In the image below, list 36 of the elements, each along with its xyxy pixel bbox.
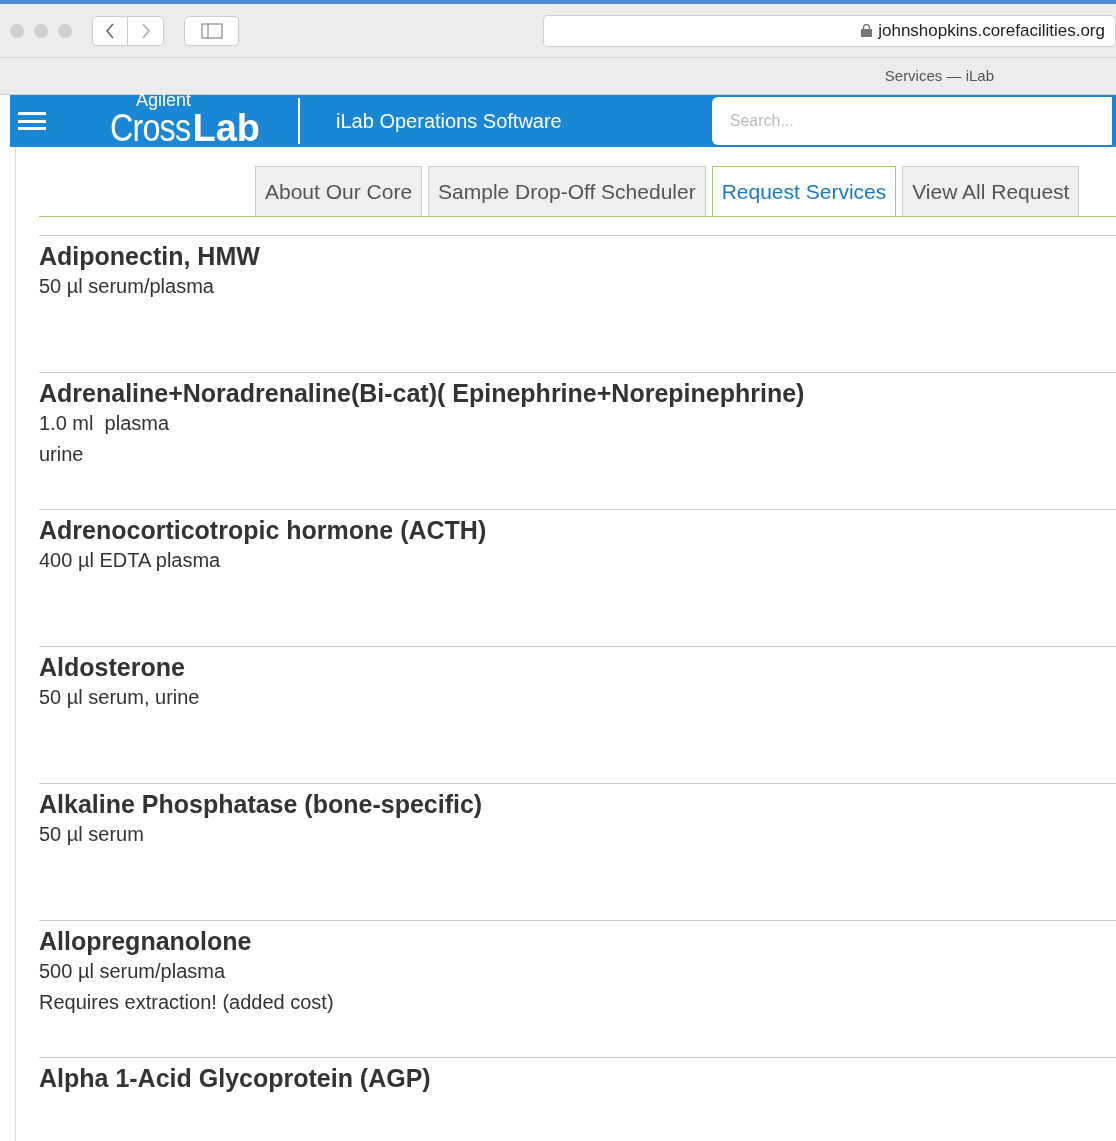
menu-icon[interactable] xyxy=(18,110,46,132)
sidebar-button[interactable] xyxy=(184,15,240,46)
service-name[interactable]: Alkaline Phosphatase (bone-specific) xyxy=(39,789,1116,819)
crosslab-logo[interactable]: CrossLab Agilent xyxy=(110,95,261,147)
forward-icon xyxy=(140,22,151,39)
nav-tab[interactable]: About Our Core xyxy=(255,166,423,216)
service-detail: 1.0 ml plasma xyxy=(39,411,171,436)
address-bar[interactable]: johnshopkins.corefacilities.org xyxy=(543,14,1116,47)
sidebar-icon xyxy=(200,22,223,39)
product-name: iLab Operations Software xyxy=(336,109,562,134)
window-control-icon[interactable] xyxy=(34,23,48,38)
url-text: johnshopkins.corefacilities.org xyxy=(878,19,1105,42)
service-name[interactable]: Allopregnanolone xyxy=(39,926,1116,956)
service-detail: 50 µl serum/plasma xyxy=(39,274,215,299)
service-detail: 400 µl EDTA plasma xyxy=(39,548,222,573)
service-detail: 500 µl serum/plasma xyxy=(39,959,227,984)
window-control-icon[interactable] xyxy=(58,23,72,38)
service-detail: 50 µl serum xyxy=(39,822,145,847)
back-button[interactable] xyxy=(92,15,128,46)
service-name[interactable]: Adrenocorticotropic hormone (ACTH) xyxy=(39,515,1116,545)
nav-tab[interactable]: View All Request xyxy=(902,166,1080,216)
forward-button[interactable] xyxy=(128,15,164,46)
service-detail: Requires extraction! (added cost) xyxy=(39,990,335,1015)
service-detail: urine xyxy=(39,442,85,467)
search-field[interactable]: Search... xyxy=(711,97,1112,145)
nav-tab[interactable]: Sample Drop-Off Scheduler xyxy=(428,166,706,216)
service-name[interactable]: Adrenaline+Noradrenaline(Bi-cat)( Epinephrine+Norepinephrine) xyxy=(39,378,1116,408)
service-name[interactable]: Alpha 1-Acid Glycoprotein (AGP) xyxy=(39,1063,1116,1093)
service-detail: 50 µl serum, urine xyxy=(39,685,201,710)
tab-title[interactable]: Services — iLab xyxy=(884,64,994,88)
nav-tab[interactable]: Request Services xyxy=(711,166,897,216)
window-control-icon[interactable] xyxy=(10,23,24,38)
back-icon xyxy=(105,22,115,39)
service-name[interactable]: Adiponectin, HMW xyxy=(39,241,1116,271)
lock-icon xyxy=(861,24,873,37)
service-name[interactable]: Aldosterone xyxy=(39,652,1116,682)
